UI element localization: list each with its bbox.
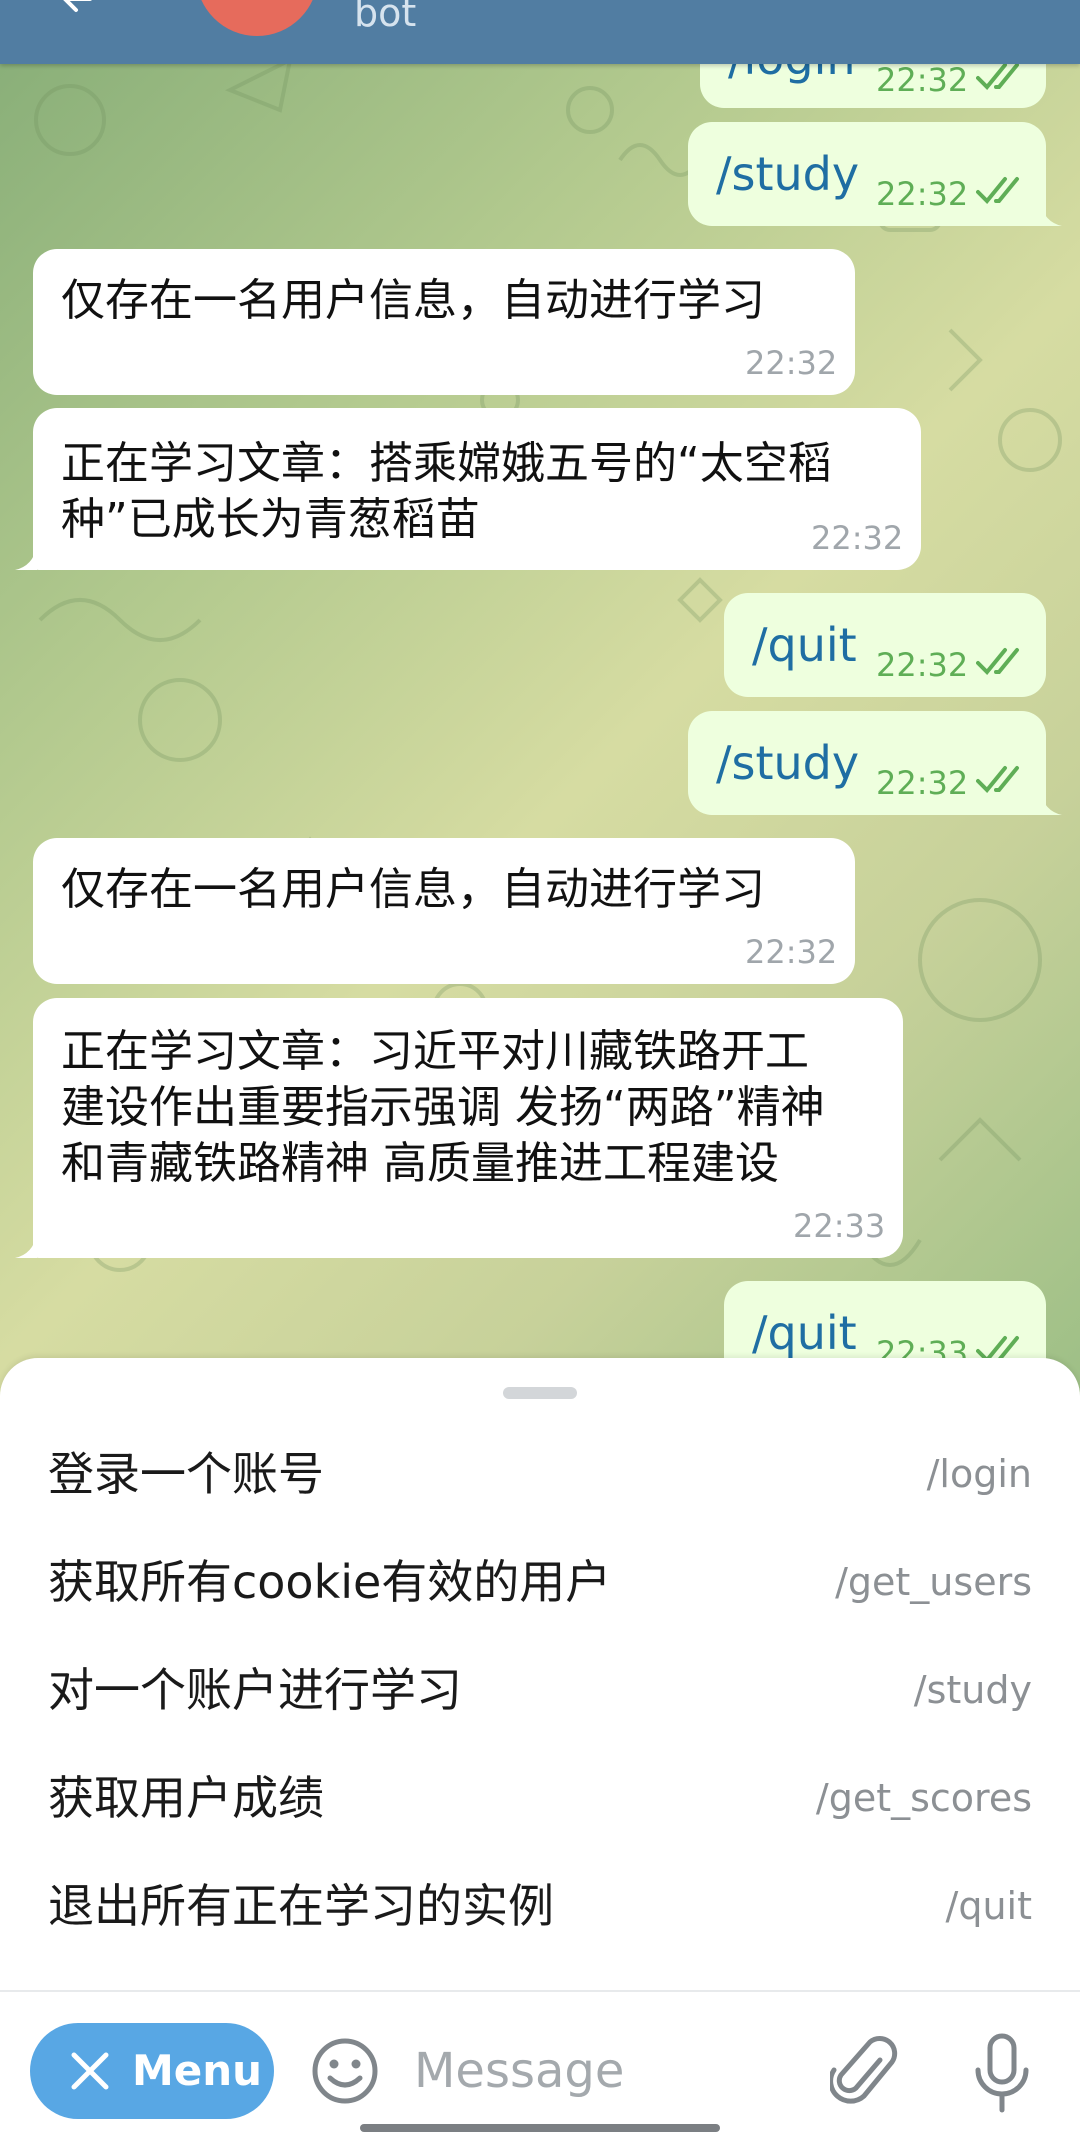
message-bubble-incoming[interactable]: 仅存在一名用户信息，自动进行学习 22:32 [33, 838, 855, 984]
bot-avatar[interactable] [196, 0, 318, 36]
command-name: /get_users [835, 1560, 1032, 1604]
command-name: /login [926, 1452, 1032, 1496]
message-text-line: 种”已成长为青葱稻苗 [61, 494, 480, 545]
command-description: 退出所有正在学习的实例 [48, 1879, 554, 1933]
double-check-icon [976, 766, 1019, 793]
double-check-icon [976, 648, 1019, 675]
message-time: 22:32 [876, 764, 969, 802]
paperclip-icon[interactable] [830, 2032, 900, 2112]
command-description: 获取所有cookie有效的用户 [48, 1555, 612, 1609]
command-item-get-users[interactable]: 获取所有cookie有效的用户 /get_users [0, 1528, 1080, 1636]
command-name: /study [913, 1668, 1032, 1712]
message-input[interactable] [414, 2038, 794, 2104]
message-bubble-outgoing[interactable]: /study 22:32 [688, 711, 1046, 815]
command-description: 对一个账户进行学习 [48, 1663, 462, 1717]
message-text-line: 正在学习文章：习近平对川藏铁路开工 [61, 1026, 809, 1077]
message-time: 22:32 [876, 175, 969, 213]
message-text: /study [716, 736, 860, 790]
chat-header: bot [0, 0, 1080, 64]
microphone-icon[interactable] [970, 2032, 1034, 2116]
command-description: 获取用户成绩 [48, 1771, 324, 1825]
arrow-left-icon[interactable] [60, 0, 94, 16]
message-time: 22:32 [745, 933, 838, 971]
message-time: 22:32 [745, 344, 838, 382]
command-item-quit[interactable]: 退出所有正在学习的实例 /quit [0, 1852, 1080, 1960]
bubble-tail [15, 546, 37, 570]
message-text: /quit [752, 618, 857, 672]
message-bubble-incoming[interactable]: 正在学习文章：搭乘嫦娥五号的“太空稻 种”已成长为青葱稻苗 22:32 [33, 408, 921, 570]
message-time: 22:33 [793, 1207, 886, 1245]
menu-button-label: Menu [132, 2046, 263, 2095]
sheet-drag-handle[interactable] [503, 1387, 577, 1399]
command-item-get-scores[interactable]: 获取用户成绩 /get_scores [0, 1744, 1080, 1852]
double-check-icon [976, 177, 1019, 204]
bubble-tail [1040, 791, 1062, 815]
message-text-line: 正在学习文章：搭乘嫦娥五号的“太空稻 [61, 438, 832, 489]
command-name: /get_scores [815, 1776, 1032, 1820]
message-text: 仅存在一名用户信息，自动进行学习 [61, 275, 765, 326]
message-text: /study [716, 147, 860, 201]
bot-menu-button[interactable]: Menu [30, 2023, 274, 2119]
home-indicator[interactable] [360, 2124, 720, 2132]
message-text-line: 和青藏铁路精神 高质量推进工程建设 [61, 1138, 779, 1189]
command-description: 登录一个账号 [48, 1447, 324, 1501]
double-check-icon [976, 63, 1019, 90]
close-icon [71, 2052, 109, 2090]
message-bubble-incoming[interactable]: 仅存在一名用户信息，自动进行学习 22:32 [33, 249, 855, 395]
chat-subtitle: bot [354, 0, 417, 35]
message-bubble-incoming[interactable]: 正在学习文章：习近平对川藏铁路开工 建设作出重要指示强调 发扬“两路”精神 和青… [33, 998, 903, 1258]
command-name: /quit [945, 1884, 1032, 1928]
message-time: 22:32 [876, 646, 969, 684]
message-text: /quit [752, 1306, 857, 1360]
bot-commands-sheet: 登录一个账号 /login 获取所有cookie有效的用户 /get_users… [0, 1358, 1080, 1993]
message-input-bar: Menu [0, 1990, 1080, 2143]
message-time: 22:32 [876, 61, 969, 99]
command-item-login[interactable]: 登录一个账号 /login [0, 1420, 1080, 1528]
message-bubble-outgoing[interactable]: /study 22:32 [688, 122, 1046, 226]
bubble-tail [15, 1234, 37, 1258]
message-time: 22:32 [811, 519, 904, 557]
emoji-icon[interactable] [310, 2036, 380, 2106]
message-bubble-outgoing[interactable]: /quit 22:32 [724, 593, 1046, 697]
message-text: 仅存在一名用户信息，自动进行学习 [61, 864, 765, 915]
command-item-study[interactable]: 对一个账户进行学习 /study [0, 1636, 1080, 1744]
message-text-line: 建设作出重要指示强调 发扬“两路”精神 [61, 1082, 825, 1133]
bubble-tail [1040, 202, 1062, 226]
